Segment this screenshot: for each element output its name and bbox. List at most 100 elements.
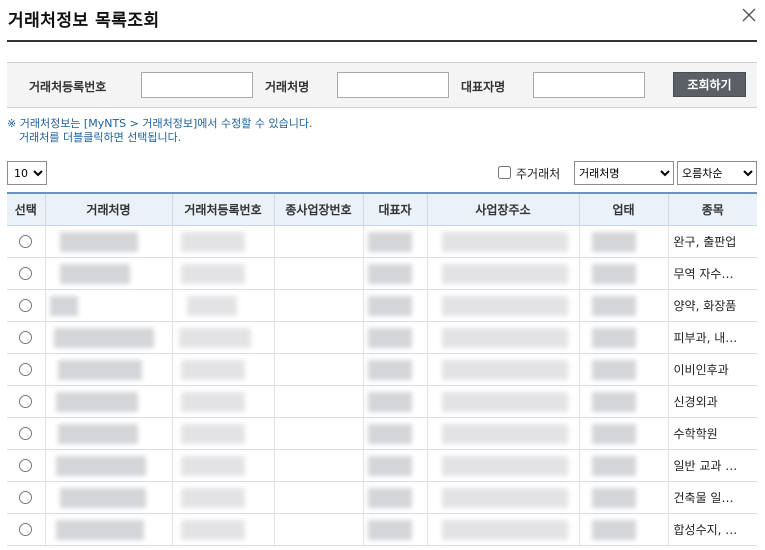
col-header-biz-type[interactable]: 업태 [579, 192, 669, 226]
col-header-rep[interactable]: 대표자 [363, 192, 428, 226]
row-biz-type-cell[interactable] [579, 225, 669, 258]
row-select-cell[interactable] [7, 257, 46, 290]
row-rep-cell[interactable] [363, 481, 428, 514]
row-address-cell[interactable] [427, 353, 580, 386]
col-header-branch-no[interactable]: 종사업장번호 [274, 192, 364, 226]
row-biz-type-cell[interactable] [579, 449, 669, 482]
row-reg-no-cell[interactable] [172, 353, 275, 386]
row-biz-type-cell[interactable] [579, 481, 669, 514]
row-select-radio[interactable] [19, 235, 33, 248]
row-select-cell[interactable] [7, 353, 46, 386]
row-branch-no-cell[interactable] [274, 289, 364, 322]
row-name-cell[interactable] [45, 321, 173, 354]
row-name-cell[interactable] [45, 353, 173, 386]
row-select-radio[interactable] [19, 427, 33, 440]
row-item-cell[interactable]: 무역 자수… [668, 257, 757, 290]
row-rep-cell[interactable] [363, 225, 428, 258]
row-select-radio[interactable] [19, 363, 33, 376]
row-select-cell[interactable] [7, 449, 46, 482]
row-reg-no-cell[interactable] [172, 257, 275, 290]
sort-field-select[interactable]: 거래처명 [574, 161, 674, 185]
row-select-cell[interactable] [7, 289, 46, 322]
row-rep-cell[interactable] [363, 513, 428, 546]
row-rep-cell[interactable] [363, 449, 428, 482]
row-address-cell[interactable] [427, 449, 580, 482]
col-header-reg-no[interactable]: 거래처등록번호 [172, 192, 275, 226]
row-item-cell[interactable]: 양약, 화장품 [668, 289, 757, 322]
row-reg-no-cell[interactable] [172, 385, 275, 418]
col-header-name[interactable]: 거래처명 [45, 192, 173, 226]
row-select-cell[interactable] [7, 385, 46, 418]
row-rep-cell[interactable] [363, 289, 428, 322]
row-select-radio[interactable] [19, 331, 33, 344]
rep-input[interactable] [533, 72, 645, 98]
close-icon[interactable] [740, 6, 758, 24]
row-item-cell[interactable]: 완구, 출판업 [668, 225, 757, 258]
row-name-cell[interactable] [45, 385, 173, 418]
row-branch-no-cell[interactable] [274, 481, 364, 514]
row-biz-type-cell[interactable] [579, 257, 669, 290]
table-row[interactable]: 완구, 출판업 [7, 225, 757, 258]
row-select-radio[interactable] [19, 459, 33, 472]
row-select-radio[interactable] [19, 267, 33, 280]
table-row[interactable]: 이비인후과 [7, 353, 757, 386]
row-name-cell[interactable] [45, 225, 173, 258]
row-reg-no-cell[interactable] [172, 449, 275, 482]
row-address-cell[interactable] [427, 225, 580, 258]
row-reg-no-cell[interactable] [172, 417, 275, 450]
table-row[interactable]: 피부과, 내… [7, 321, 757, 354]
row-select-cell[interactable] [7, 225, 46, 258]
row-select-cell[interactable] [7, 513, 46, 546]
row-select-radio[interactable] [19, 299, 33, 312]
row-name-cell[interactable] [45, 481, 173, 514]
row-name-cell[interactable] [45, 449, 173, 482]
row-name-cell[interactable] [45, 257, 173, 290]
row-item-cell[interactable]: 피부과, 내… [668, 321, 757, 354]
row-select-radio[interactable] [19, 491, 33, 504]
table-row[interactable]: 무역 자수… [7, 257, 757, 290]
row-reg-no-cell[interactable] [172, 513, 275, 546]
row-select-radio[interactable] [19, 523, 33, 536]
favorites-checkbox[interactable] [498, 166, 511, 179]
row-reg-no-cell[interactable] [172, 225, 275, 258]
table-row[interactable]: 합성수지, … [7, 513, 757, 546]
row-branch-no-cell[interactable] [274, 385, 364, 418]
row-address-cell[interactable] [427, 257, 580, 290]
row-branch-no-cell[interactable] [274, 513, 364, 546]
row-address-cell[interactable] [427, 417, 580, 450]
row-address-cell[interactable] [427, 321, 580, 354]
row-biz-type-cell[interactable] [579, 321, 669, 354]
row-rep-cell[interactable] [363, 353, 428, 386]
col-header-item[interactable]: 종목 [668, 192, 757, 226]
row-reg-no-cell[interactable] [172, 289, 275, 322]
row-item-cell[interactable]: 합성수지, … [668, 513, 757, 546]
table-row[interactable]: 건축물 일… [7, 481, 757, 514]
row-select-radio[interactable] [19, 395, 33, 408]
row-item-cell[interactable]: 신경외과 [668, 385, 757, 418]
row-item-cell[interactable]: 일반 교과 … [668, 449, 757, 482]
table-row[interactable]: 신경외과 [7, 385, 757, 418]
row-branch-no-cell[interactable] [274, 353, 364, 386]
row-address-cell[interactable] [427, 513, 580, 546]
search-button[interactable]: 조회하기 [673, 72, 746, 97]
table-row[interactable]: 일반 교과 … [7, 449, 757, 482]
name-input[interactable] [337, 72, 449, 98]
row-name-cell[interactable] [45, 417, 173, 450]
row-rep-cell[interactable] [363, 417, 428, 450]
row-biz-type-cell[interactable] [579, 353, 669, 386]
row-select-cell[interactable] [7, 321, 46, 354]
row-address-cell[interactable] [427, 289, 580, 322]
row-rep-cell[interactable] [363, 385, 428, 418]
row-address-cell[interactable] [427, 481, 580, 514]
reg-no-input[interactable] [141, 72, 253, 98]
row-item-cell[interactable]: 이비인후과 [668, 353, 757, 386]
row-rep-cell[interactable] [363, 321, 428, 354]
row-select-cell[interactable] [7, 417, 46, 450]
row-biz-type-cell[interactable] [579, 513, 669, 546]
sort-order-select[interactable]: 오름차순 [677, 161, 757, 185]
row-branch-no-cell[interactable] [274, 225, 364, 258]
row-biz-type-cell[interactable] [579, 417, 669, 450]
row-address-cell[interactable] [427, 385, 580, 418]
row-branch-no-cell[interactable] [274, 257, 364, 290]
table-row[interactable]: 수학학원 [7, 417, 757, 450]
